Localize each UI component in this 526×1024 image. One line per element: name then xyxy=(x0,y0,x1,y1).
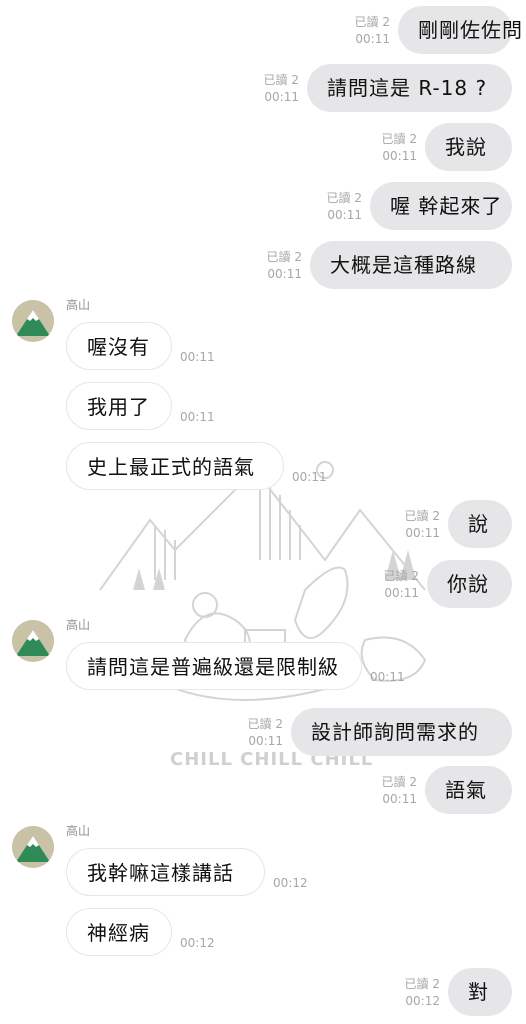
read-receipt: 已讀 2 xyxy=(404,977,440,991)
message-time: 00:12 xyxy=(273,876,308,890)
message-time: 00:12 xyxy=(180,936,215,950)
message-row: 設計師詢問需求的 已讀 2 00:11 xyxy=(0,708,526,764)
sender-name: 高山 xyxy=(66,824,91,838)
incoming-message-bubble[interactable]: 我用了 xyxy=(66,382,172,430)
outgoing-message-bubble[interactable]: 設計師詢問需求的 xyxy=(291,708,512,756)
message-meta: 已讀 2 00:11 xyxy=(264,72,299,106)
message-time: 00:11 xyxy=(382,792,417,806)
message-time: 00:11 xyxy=(355,32,390,46)
message-time: 00:11 xyxy=(382,149,417,163)
message-row: 剛剛佐佐問 已讀 2 00:11 xyxy=(0,6,526,62)
message-row: 我說 已讀 2 00:11 xyxy=(0,123,526,179)
message-meta: 已讀 2 00:11 xyxy=(267,249,302,283)
message-row: 我用了 00:11 xyxy=(0,382,526,438)
outgoing-message-bubble[interactable]: 請問這是 R-18 ? xyxy=(307,64,512,112)
message-meta: 已讀 2 00:11 xyxy=(384,568,419,602)
message-row: 請問這是普遍級還是限制級 00:11 xyxy=(0,642,526,698)
incoming-message-bubble[interactable]: 喔沒有 xyxy=(66,322,172,370)
incoming-message-bubble[interactable]: 史上最正式的語氣 xyxy=(66,442,284,490)
outgoing-message-bubble[interactable]: 我說 xyxy=(425,123,512,171)
read-receipt: 已讀 2 xyxy=(383,569,419,583)
outgoing-message-bubble[interactable]: 你說 xyxy=(427,560,512,608)
message-time: 00:11 xyxy=(180,410,215,424)
message-meta: 已讀 2 00:11 xyxy=(382,131,417,165)
message-time: 00:11 xyxy=(370,670,405,684)
incoming-message-bubble[interactable]: 請問這是普遍級還是限制級 xyxy=(66,642,362,690)
outgoing-message-bubble[interactable]: 說 xyxy=(448,500,512,548)
message-time: 00:11 xyxy=(405,526,440,540)
message-row: 你說 已讀 2 00:11 xyxy=(0,560,526,616)
message-row: 喔沒有 00:11 xyxy=(0,322,526,378)
message-time: 00:11 xyxy=(264,90,299,104)
read-receipt: 已讀 2 xyxy=(404,509,440,523)
sender-name: 高山 xyxy=(66,618,91,632)
message-meta: 已讀 2 00:11 xyxy=(382,774,417,808)
message-time: 00:11 xyxy=(180,350,215,364)
message-row: 大概是這種路線 已讀 2 00:11 xyxy=(0,241,526,297)
message-row: 請問這是 R-18 ? 已讀 2 00:11 xyxy=(0,64,526,120)
message-meta: 已讀 2 00:12 xyxy=(405,976,440,1010)
message-time: 00:12 xyxy=(405,994,440,1008)
message-row: 說已讀 2 00:11 xyxy=(0,500,526,556)
message-meta: 已讀 2 00:11 xyxy=(355,14,390,48)
read-receipt: 已讀 2 xyxy=(354,15,390,29)
outgoing-message-bubble[interactable]: 對 xyxy=(448,968,512,1016)
read-receipt: 已讀 2 xyxy=(326,191,362,205)
sender-name: 高山 xyxy=(66,298,91,312)
message-time: 00:11 xyxy=(248,734,283,748)
incoming-message-bubble[interactable]: 我幹嘛這樣講話 xyxy=(66,848,265,896)
outgoing-message-bubble[interactable]: 剛剛佐佐問 xyxy=(398,6,522,54)
read-receipt: 已讀 2 xyxy=(266,250,302,264)
message-row: 史上最正式的語氣 00:11 xyxy=(0,442,526,498)
message-row: 語氣 已讀 2 00:11 xyxy=(0,766,526,822)
message-row: 神經病 00:12 xyxy=(0,908,526,964)
read-receipt: 已讀 2 xyxy=(381,132,417,146)
message-time: 00:11 xyxy=(267,267,302,281)
outgoing-message-bubble[interactable]: 大概是這種路線 xyxy=(310,241,512,289)
message-row: 我幹嘛這樣講話 00:12 xyxy=(0,848,526,904)
read-receipt: 已讀 2 xyxy=(381,775,417,789)
message-row: 喔 幹起來了 已讀 2 00:11 xyxy=(0,182,526,238)
message-time: 00:11 xyxy=(384,586,419,600)
incoming-message-bubble[interactable]: 神經病 xyxy=(66,908,172,956)
message-time: 00:11 xyxy=(292,470,327,484)
read-receipt: 已讀 2 xyxy=(247,717,283,731)
message-meta: 已讀 2 00:11 xyxy=(405,508,440,542)
message-row: 對已讀 2 00:12 xyxy=(0,968,526,1024)
outgoing-message-bubble[interactable]: 語氣 xyxy=(425,766,512,814)
chat-area[interactable]: CHILL CHILL CHILL 剛剛佐佐問 已讀 2 00:11 請問這是 R-1… xyxy=(0,0,526,1024)
message-time: 00:11 xyxy=(327,208,362,222)
message-meta: 已讀 2 00:11 xyxy=(327,190,362,224)
message-meta: 已讀 2 00:11 xyxy=(248,716,283,750)
outgoing-message-bubble[interactable]: 喔 幹起來了 xyxy=(370,182,512,230)
read-receipt: 已讀 2 xyxy=(263,73,299,87)
